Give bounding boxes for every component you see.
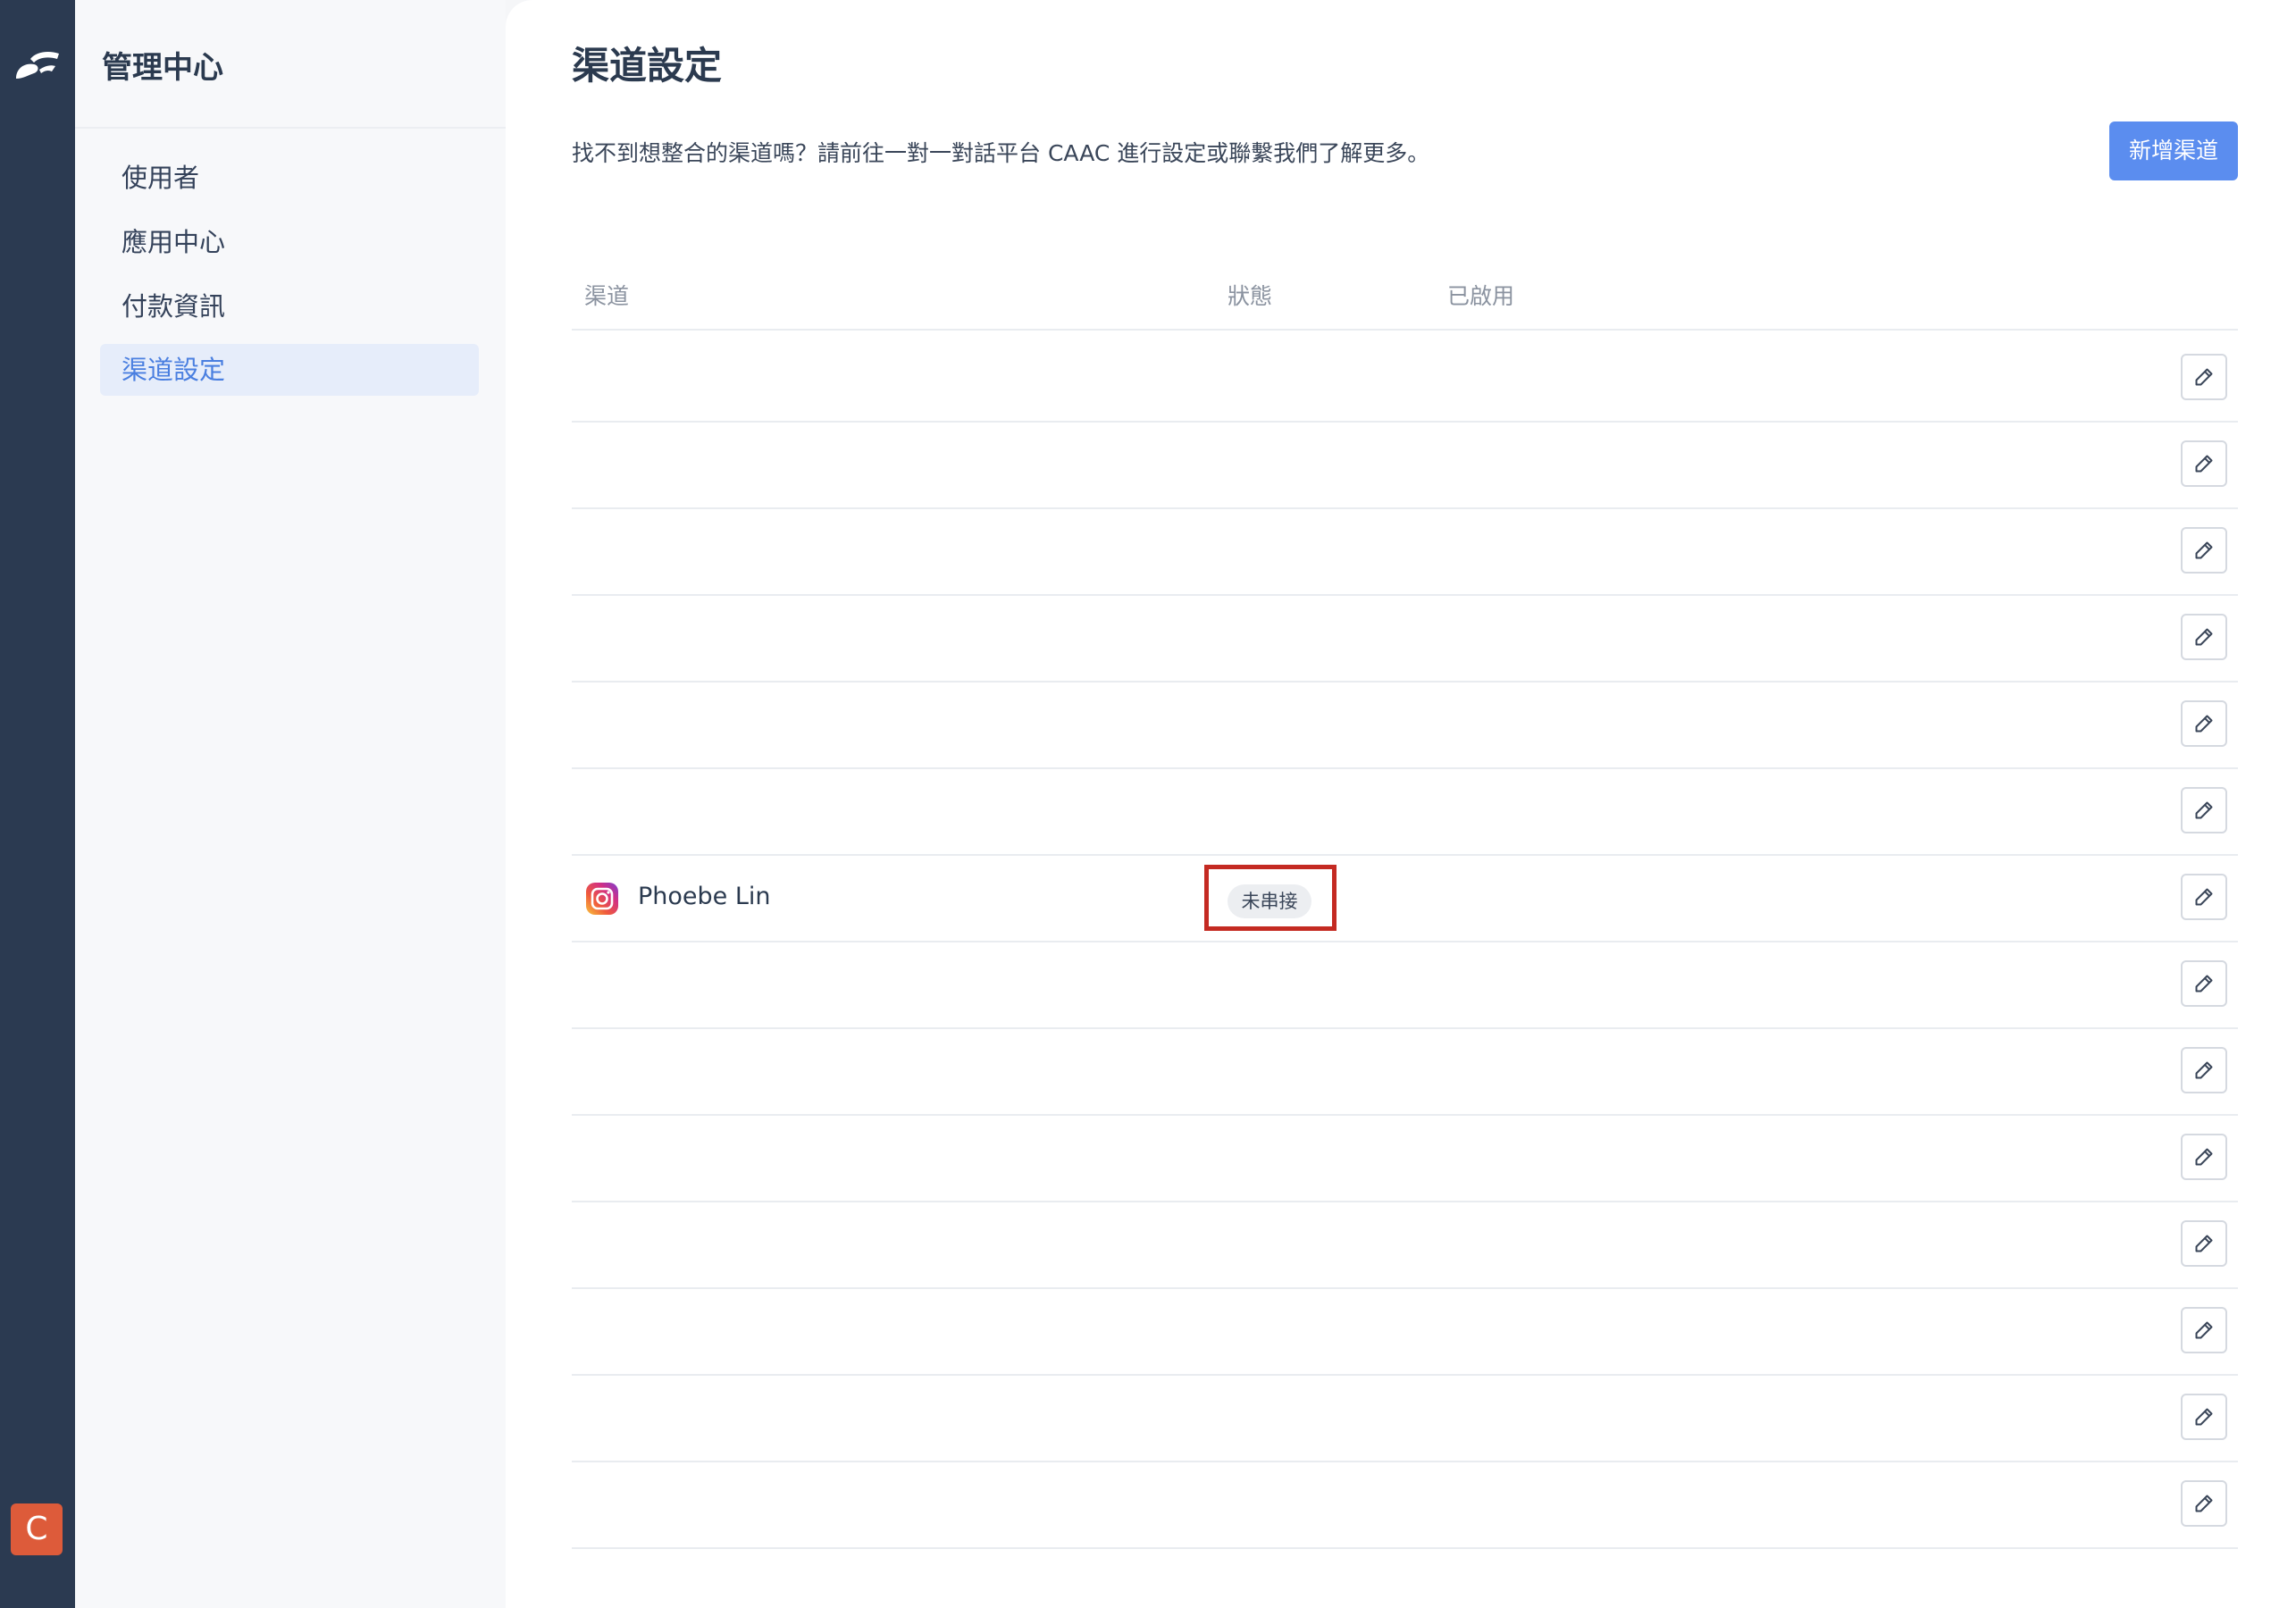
pencil-icon xyxy=(2195,715,2213,733)
add-channel-button[interactable]: 新增渠道 xyxy=(2109,121,2238,180)
pencil-icon xyxy=(2195,455,2213,473)
table-row[interactable] xyxy=(572,1116,2238,1202)
edit-button[interactable] xyxy=(2181,787,2227,833)
column-header-status[interactable]: 狀態 xyxy=(1228,279,1272,311)
sidebar-item-channel-settings[interactable]: 渠道設定 xyxy=(100,344,479,396)
edit-button[interactable] xyxy=(2181,1134,2227,1180)
table-row[interactable] xyxy=(572,509,2238,596)
edit-button[interactable] xyxy=(2181,1480,2227,1527)
instagram-icon xyxy=(586,883,618,915)
edit-button[interactable] xyxy=(2181,874,2227,920)
table-row[interactable] xyxy=(572,769,2238,856)
edit-button[interactable] xyxy=(2181,440,2227,487)
edit-button[interactable] xyxy=(2181,527,2227,574)
pencil-icon xyxy=(2195,888,2213,906)
sidebar-item-users[interactable]: 使用者 xyxy=(100,152,479,204)
column-header-enabled[interactable]: 已啟用 xyxy=(1447,279,1514,311)
pencil-icon xyxy=(2195,975,2213,992)
table-row[interactable] xyxy=(572,423,2238,509)
sidebar-header: 管理中心 xyxy=(75,0,506,129)
pencil-icon xyxy=(2195,801,2213,819)
pencil-icon xyxy=(2195,628,2213,646)
status-badge: 未串接 xyxy=(1228,884,1311,918)
pencil-icon xyxy=(2195,1148,2213,1166)
table-row-phoebe-lin[interactable]: Phoebe Lin 未串接 xyxy=(572,856,2238,942)
page-description: 找不到想整合的渠道嗎？請前往一對一對話平台 CAAC 進行設定或聯繫我們了解更多… xyxy=(572,140,1430,166)
channel-table: 渠道 狀態 已啟用 Phoebe Lin 未串接 xyxy=(572,259,2238,1549)
pencil-icon xyxy=(2195,1235,2213,1252)
edit-button[interactable] xyxy=(2181,1220,2227,1267)
table-header: 渠道 狀態 已啟用 xyxy=(572,259,2238,331)
edit-button[interactable] xyxy=(2181,1047,2227,1093)
page-title: 渠道設定 xyxy=(572,44,723,88)
edit-button[interactable] xyxy=(2181,614,2227,660)
table-row[interactable] xyxy=(572,1202,2238,1289)
table-row[interactable] xyxy=(572,942,2238,1029)
table-row[interactable] xyxy=(572,1376,2238,1462)
brand-logo-icon[interactable] xyxy=(13,43,63,86)
pencil-icon xyxy=(2195,541,2213,559)
table-row[interactable] xyxy=(572,1289,2238,1376)
pencil-icon xyxy=(2195,368,2213,386)
sidebar: 管理中心 使用者 應用中心 付款資訊 渠道設定 xyxy=(75,0,506,1608)
edit-button[interactable] xyxy=(2181,960,2227,1007)
sidebar-item-billing[interactable]: 付款資訊 xyxy=(100,281,479,332)
sidebar-title: 管理中心 xyxy=(102,50,223,86)
table-row[interactable] xyxy=(572,683,2238,769)
table-row[interactable] xyxy=(572,1029,2238,1116)
table-row[interactable] xyxy=(572,596,2238,683)
column-header-channel[interactable]: 渠道 xyxy=(584,279,629,311)
pencil-icon xyxy=(2195,1495,2213,1512)
sidebar-item-app-center[interactable]: 應用中心 xyxy=(100,216,479,268)
user-avatar[interactable]: C xyxy=(11,1503,63,1555)
table-row[interactable] xyxy=(572,336,2238,423)
pencil-icon xyxy=(2195,1321,2213,1339)
table-row[interactable] xyxy=(572,1462,2238,1549)
app-rail: C xyxy=(0,0,75,1608)
pencil-icon xyxy=(2195,1408,2213,1426)
edit-button[interactable] xyxy=(2181,1307,2227,1353)
channel-name: Phoebe Lin xyxy=(638,883,771,910)
edit-button[interactable] xyxy=(2181,354,2227,400)
edit-button[interactable] xyxy=(2181,1394,2227,1440)
table-rows: Phoebe Lin 未串接 xyxy=(572,331,2238,1549)
main-content: 渠道設定 找不到想整合的渠道嗎？請前往一對一對話平台 CAAC 進行設定或聯繫我… xyxy=(506,0,2296,1608)
edit-button[interactable] xyxy=(2181,700,2227,747)
pencil-icon xyxy=(2195,1061,2213,1079)
